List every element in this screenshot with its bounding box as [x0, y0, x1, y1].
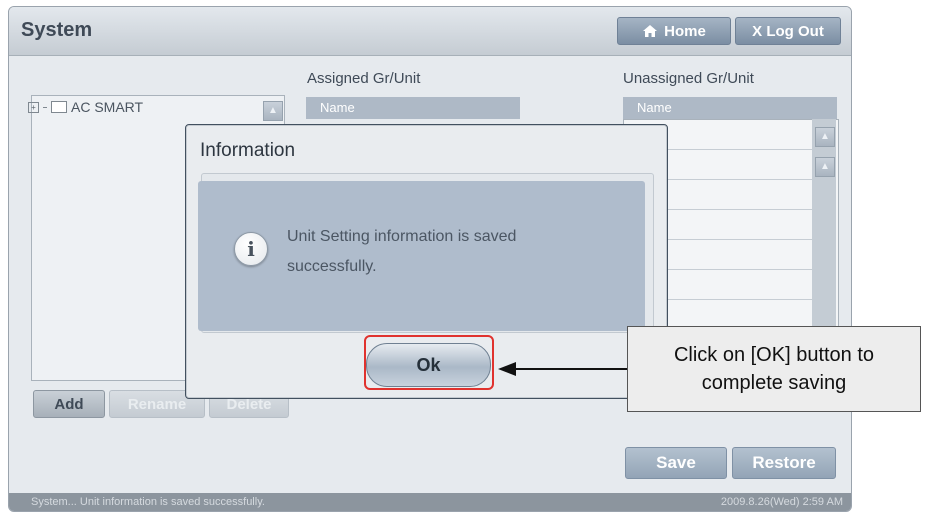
- callout-arrow: [498, 362, 630, 376]
- callout-line2: complete saving: [701, 372, 847, 394]
- instruction-callout: Click on [OK] button to complete saving: [627, 326, 921, 412]
- callout-line1: Click on [OK] button to: [673, 344, 875, 366]
